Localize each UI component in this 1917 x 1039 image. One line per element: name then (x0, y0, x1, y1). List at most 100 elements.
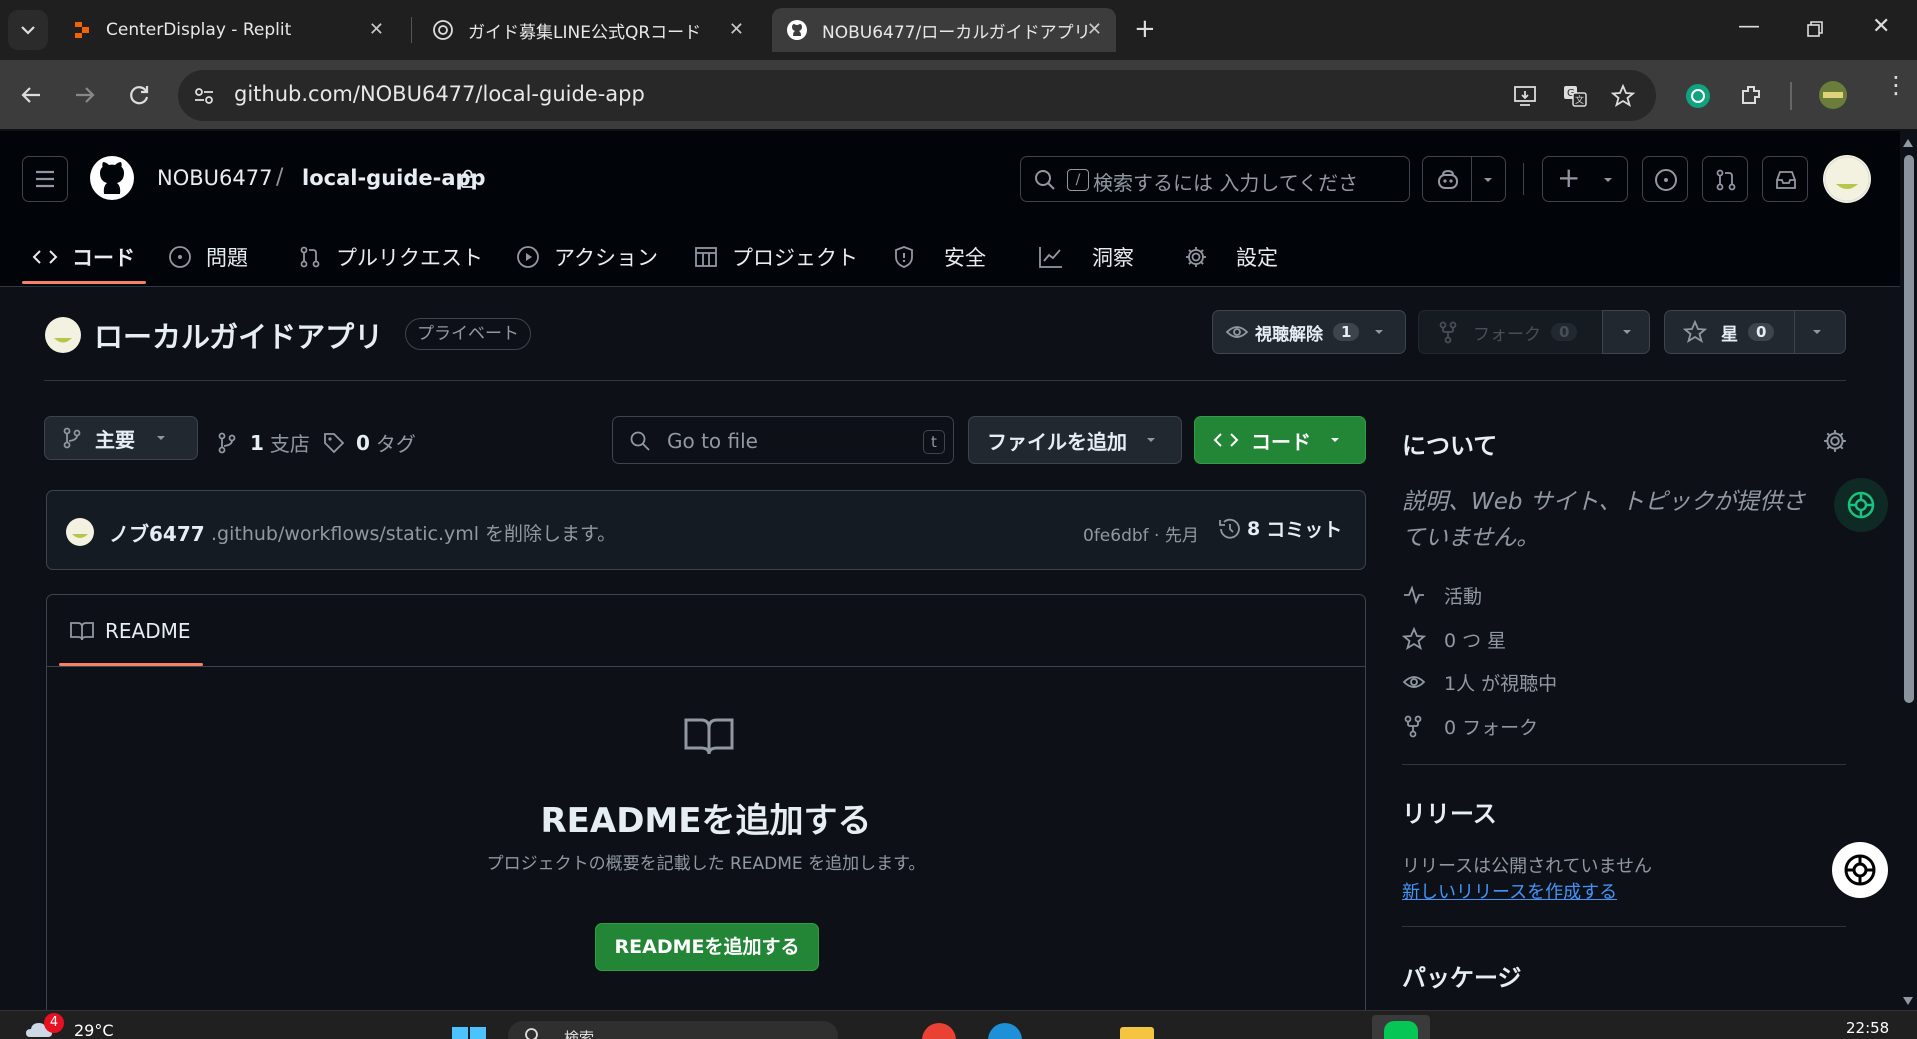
scroll-up-arrow[interactable] (1903, 139, 1913, 147)
scrollbar-thumb[interactable] (1904, 155, 1914, 703)
chevron-down-icon (21, 26, 35, 35)
repo-title: ローカルガイドアプリ (94, 320, 384, 354)
code-dropdown-button[interactable]: コード (1194, 416, 1366, 464)
tab-label: 安全 (944, 246, 986, 270)
forward-button[interactable] (72, 82, 98, 108)
close-window-button[interactable]: ✕ (1872, 14, 1890, 39)
stars-link[interactable]: 0 つ 星 (1402, 624, 1506, 654)
create-new-button[interactable]: + (1542, 156, 1628, 202)
packages-heading[interactable]: パッケージ (1402, 958, 1522, 993)
close-icon[interactable]: ✕ (369, 19, 384, 40)
gear-icon[interactable] (1822, 428, 1848, 454)
branch-icon (218, 432, 236, 453)
copilot-button[interactable] (1422, 156, 1506, 202)
repo-link[interactable]: local-guide-app (302, 166, 486, 190)
tab-security[interactable]: 安全 (892, 236, 986, 278)
fork-button[interactable]: フォーク 0 (1418, 310, 1604, 354)
taskbar-app-edge[interactable] (988, 1023, 1022, 1039)
sidebar-divider (1402, 926, 1846, 927)
readme-tab-label: README (105, 619, 191, 643)
chatgpt-extension-icon[interactable] (1684, 82, 1712, 110)
hamburger-menu-button[interactable] (22, 156, 68, 202)
releases-heading[interactable]: リリース (1402, 794, 1497, 829)
issues-button[interactable] (1642, 156, 1688, 202)
tab-code[interactable]: コード (32, 236, 135, 278)
commit-author-avatar[interactable] (65, 517, 95, 547)
windows-start-icon[interactable] (452, 1025, 488, 1039)
scroll-down-arrow[interactable] (1903, 997, 1913, 1005)
fork-icon (1404, 715, 1422, 738)
reload-button[interactable] (126, 82, 152, 108)
site-info-icon[interactable] (192, 84, 216, 108)
search-icon (630, 431, 650, 451)
star-button[interactable]: 星 0 (1664, 310, 1846, 354)
commit-message[interactable]: .github/workflows/static.yml を削除します。 (211, 519, 616, 546)
fork-dropdown-button[interactable] (1602, 310, 1650, 354)
tab-label: 問題 (206, 246, 248, 270)
github-logo[interactable] (88, 154, 136, 202)
taskbar-search[interactable]: 検索 (508, 1021, 838, 1039)
branches-link[interactable]: 1 支店 (216, 428, 310, 457)
browser-tab-line-qr[interactable]: ガイド募集LINE公式QRコード ✕ (418, 8, 758, 52)
watch-button[interactable]: 視聴解除 1 (1212, 310, 1406, 354)
openai-floating-button[interactable] (1832, 842, 1888, 898)
restore-button[interactable] (1806, 20, 1824, 38)
new-tab-button[interactable]: + (1134, 14, 1156, 44)
add-file-button[interactable]: ファイルを追加 (968, 416, 1182, 464)
play-icon (517, 246, 539, 268)
commit-author[interactable]: ノブ6477 (109, 518, 205, 547)
browser-tab-github[interactable]: NOBU6477/ローカルガイドアプリ ✕ (772, 8, 1116, 52)
table-icon (695, 247, 717, 267)
translate-icon[interactable]: G文 (1562, 83, 1588, 109)
weather-temp: 29°C (74, 1021, 114, 1039)
pull-requests-button[interactable] (1702, 156, 1748, 202)
page-scrollbar[interactable] (1900, 131, 1917, 1010)
tab-search-button[interactable] (8, 10, 48, 50)
global-search-input[interactable]: / 検索するには 入力してくださ (1020, 156, 1410, 202)
owner-link[interactable]: NOBU6477 (157, 166, 272, 190)
taskbar-search-text: 検索 (564, 1029, 595, 1039)
header-divider (1523, 163, 1524, 195)
plus-icon: + (1557, 161, 1581, 194)
forks-link[interactable]: 0 フォーク (1402, 711, 1538, 741)
browser-tab-replit[interactable]: CenterDisplay - Replit ✕ (58, 8, 398, 52)
add-readme-button[interactable]: READMEを追加する (595, 923, 819, 971)
notification-badge: 4 (44, 1013, 64, 1033)
minimize-button[interactable]: — (1738, 14, 1760, 39)
taskbar-app-files[interactable] (1120, 1027, 1154, 1039)
close-icon[interactable]: ✕ (1087, 19, 1102, 40)
taskbar-clock: 22:58 (1846, 1019, 1890, 1037)
extensions-icon[interactable] (1738, 82, 1766, 110)
book-icon (684, 718, 734, 755)
close-icon[interactable]: ✕ (729, 19, 744, 40)
hamburger-icon (36, 170, 54, 188)
chevron-down-icon (1331, 438, 1339, 442)
tab-actions[interactable]: アクション (516, 236, 658, 278)
user-avatar[interactable] (1822, 154, 1872, 204)
watchers-link[interactable]: 1人 が視聴中 (1402, 667, 1557, 697)
back-button[interactable] (18, 82, 44, 108)
tab-insights[interactable]: 洞察 (1038, 236, 1134, 278)
taskbar-app-line[interactable] (1372, 1015, 1430, 1039)
browser-menu-button[interactable]: ⋮ (1884, 73, 1908, 97)
chatgpt-floating-button[interactable] (1834, 478, 1888, 532)
activity-link[interactable]: 活動 (1402, 580, 1482, 610)
tab-issues[interactable]: 問題 (168, 236, 248, 278)
tab-projects[interactable]: プロジェクト (694, 236, 858, 278)
inbox-button[interactable] (1762, 156, 1808, 202)
tags-link[interactable]: 0 タグ (322, 428, 416, 457)
branch-selector[interactable]: 主要 (44, 416, 198, 460)
shield-icon (895, 246, 913, 268)
readme-tab[interactable]: README (69, 619, 191, 643)
tab-settings[interactable]: 設定 (1184, 236, 1278, 278)
taskbar-app-chrome[interactable] (922, 1023, 956, 1039)
bookmark-star-icon[interactable] (1610, 83, 1636, 109)
commits-link[interactable]: 8 コミット (1217, 515, 1342, 542)
create-release-link[interactable]: 新しいリリースを作成する (1402, 878, 1617, 904)
go-to-file-input[interactable]: Go to file t (612, 416, 954, 464)
browser-tabstrip: CenterDisplay - Replit ✕ ガイド募集LINE公式QRコー… (0, 0, 1917, 60)
profile-avatar[interactable] (1818, 80, 1848, 110)
install-app-icon[interactable] (1512, 83, 1538, 109)
tab-pull-requests[interactable]: プルリクエスト (298, 236, 483, 278)
commit-hash-time[interactable]: 0fe6dbf · 先月 (1083, 521, 1199, 546)
